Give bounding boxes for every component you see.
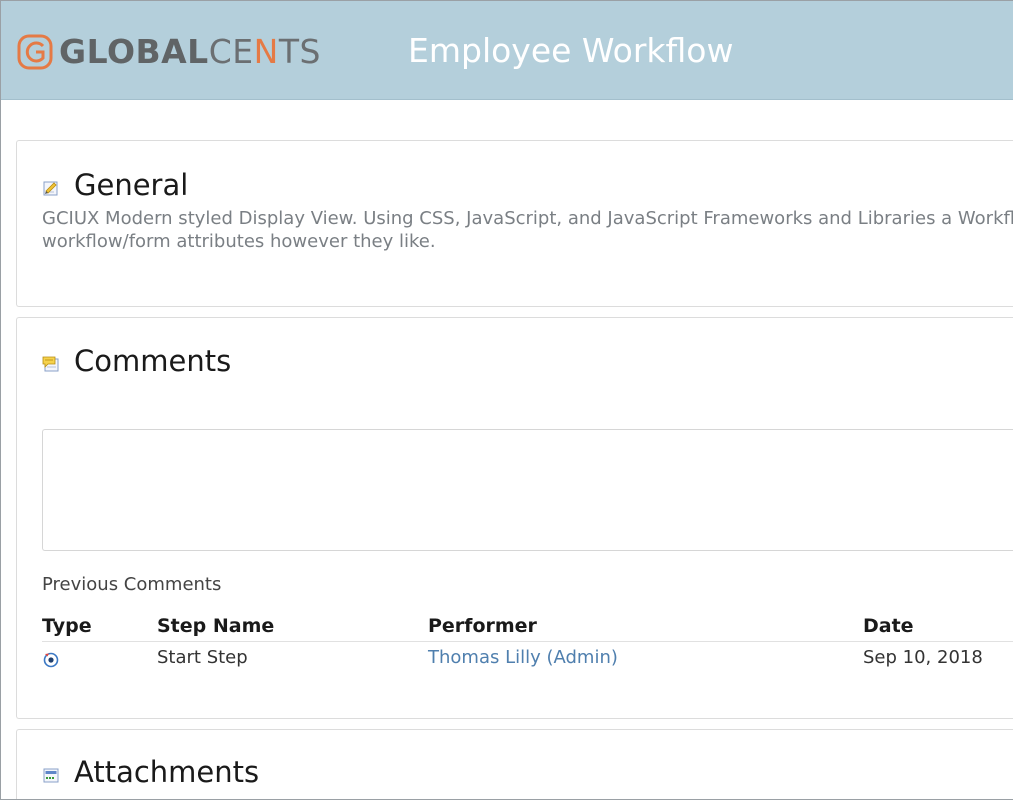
attachment-document-icon (43, 768, 59, 783)
column-header-type: Type (42, 615, 92, 637)
brand-name-bold: GLOBAL (59, 32, 209, 71)
attachments-title: Attachments (74, 755, 260, 789)
previous-comments-label: Previous Comments (42, 574, 222, 595)
brand-name-accent: N (253, 32, 279, 71)
global-cents-logo: GLOBALCENTS (17, 34, 321, 70)
app-header: GLOBALCENTS Employee Workflow (1, 1, 1013, 100)
global-cents-logo-icon (17, 34, 53, 70)
comment-input[interactable] (42, 429, 1013, 551)
column-header-performer: Performer (428, 615, 537, 637)
start-step-icon (43, 652, 59, 668)
column-header-step-name: Step Name (157, 615, 275, 637)
attachments-panel: Attachments (16, 729, 1013, 799)
brand-name: GLOBALCENTS (59, 34, 321, 70)
column-header-date: Date (863, 615, 914, 637)
general-header: General (42, 167, 188, 203)
table-header-row: Type Step Name Performer Date (42, 615, 1013, 642)
table-row: Start Step Thomas Lilly (Admin) Sep 10, … (42, 642, 1013, 676)
previous-comments-table: Type Step Name Performer Date Start Step… (42, 615, 1013, 676)
date-cell: Sep 10, 2018 (863, 647, 983, 668)
brand-name-end: TS (278, 32, 321, 71)
general-description: GCIUX Modern styled Display View. Using … (42, 208, 1013, 252)
brand-name-light: CE (208, 32, 254, 71)
attachments-header: Attachments (42, 754, 259, 790)
general-panel: General GCIUX Modern styled Display View… (16, 140, 1013, 307)
app-frame: GLOBALCENTS Employee Workflow General GC… (0, 0, 1013, 800)
comment-document-icon (42, 356, 59, 372)
comments-header: Comments (42, 343, 231, 379)
comments-title: Comments (74, 344, 232, 378)
general-title: General (74, 168, 189, 202)
step-name-cell: Start Step (157, 647, 248, 668)
performer-link[interactable]: Thomas Lilly (Admin) (428, 647, 618, 668)
comments-panel: Comments Previous Comments Type Step Nam… (16, 317, 1013, 719)
page-title: Employee Workflow (408, 31, 734, 70)
pencil-document-icon (43, 181, 58, 196)
